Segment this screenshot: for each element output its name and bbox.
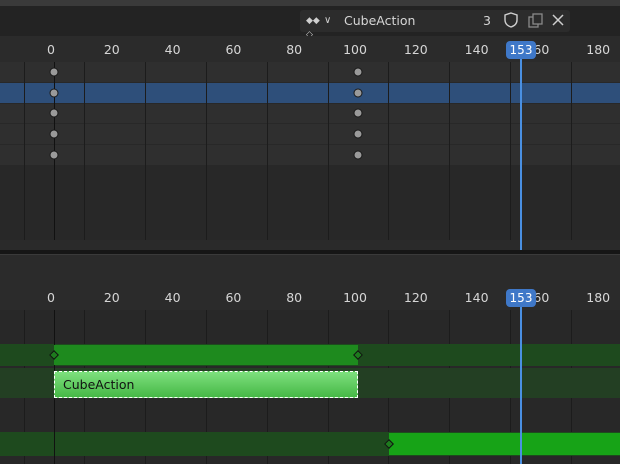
playhead-line[interactable] <box>520 56 522 250</box>
keyframe-point[interactable] <box>49 88 59 98</box>
frame-tick-label: 60 <box>225 42 242 57</box>
grid-line <box>328 62 329 240</box>
frame-tick-label: 180 <box>586 42 611 57</box>
frame-tick-label: 140 <box>464 290 489 305</box>
action-selector[interactable]: ◆◆ ◇ ∨ CubeAction 3 <box>300 10 570 40</box>
keyframe-point[interactable] <box>49 108 59 118</box>
frame-tick-label: 80 <box>286 42 303 57</box>
strip-label: CubeAction <box>63 377 135 392</box>
grid-line <box>571 62 572 240</box>
keyframe-point[interactable] <box>353 108 363 118</box>
top-scrollbar[interactable] <box>0 240 620 250</box>
nla-header <box>0 254 620 284</box>
frame-tick-label: 0 <box>47 290 55 305</box>
nla-strip[interactable]: CubeAction <box>54 371 358 398</box>
frame-tick-label: 120 <box>403 290 428 305</box>
current-frame-indicator[interactable]: 153 <box>506 289 536 307</box>
keyframe-point[interactable] <box>49 67 59 77</box>
action-name: CubeAction <box>344 13 416 28</box>
top-channel-region[interactable] <box>0 62 620 240</box>
grid-line <box>84 62 85 240</box>
channel-row-selected[interactable] <box>0 83 620 103</box>
keyframe-point[interactable] <box>353 129 363 139</box>
grid-line <box>510 62 511 240</box>
nla-track-region[interactable]: CubeAction <box>0 310 620 464</box>
frame-tick-label: 20 <box>103 42 120 57</box>
frame-tick-label: 100 <box>343 42 367 57</box>
grid-line <box>388 62 389 240</box>
channel-row[interactable] <box>0 124 620 144</box>
frame-tick-label: 40 <box>164 42 181 57</box>
frame-tick-label: 40 <box>164 290 181 305</box>
action-header: ◆◆ ◇ ∨ CubeAction 3 <box>0 6 620 40</box>
duplicate-icon[interactable] <box>528 13 543 32</box>
frame-tick-label: 100 <box>343 290 367 305</box>
frame-tick-label: 60 <box>225 290 242 305</box>
frame-tick-label: 140 <box>464 42 489 57</box>
grid-line <box>206 62 207 240</box>
keyframe-point[interactable] <box>353 150 363 160</box>
keyframe-point[interactable] <box>49 129 59 139</box>
track-action-bar[interactable] <box>54 345 358 365</box>
keyframe-point[interactable] <box>353 88 363 98</box>
current-frame-indicator[interactable]: 153 <box>506 41 536 59</box>
frame-tick-label: 0 <box>47 42 55 57</box>
channel-row[interactable] <box>0 62 620 82</box>
users-count: 3 <box>483 13 491 28</box>
channel-row[interactable] <box>0 104 620 123</box>
chevron-down-icon[interactable]: ∨ <box>324 14 331 28</box>
playhead-line[interactable] <box>520 304 522 464</box>
frame-tick-label: 180 <box>586 290 611 305</box>
grid-line <box>24 62 25 240</box>
grid-line <box>145 62 146 240</box>
keyframe-point[interactable] <box>353 67 363 77</box>
grid-line <box>449 62 450 240</box>
close-icon[interactable] <box>552 14 564 30</box>
keyframe-point[interactable] <box>49 150 59 160</box>
grid-line <box>267 62 268 240</box>
frame-tick-label: 120 <box>403 42 428 57</box>
frame-tick-label: 80 <box>286 290 303 305</box>
track-action-bar[interactable] <box>389 433 620 455</box>
shield-icon[interactable] <box>504 12 518 32</box>
action-name-field[interactable]: CubeAction <box>336 10 496 32</box>
frame-tick-label: 20 <box>103 290 120 305</box>
channel-row[interactable] <box>0 145 620 165</box>
